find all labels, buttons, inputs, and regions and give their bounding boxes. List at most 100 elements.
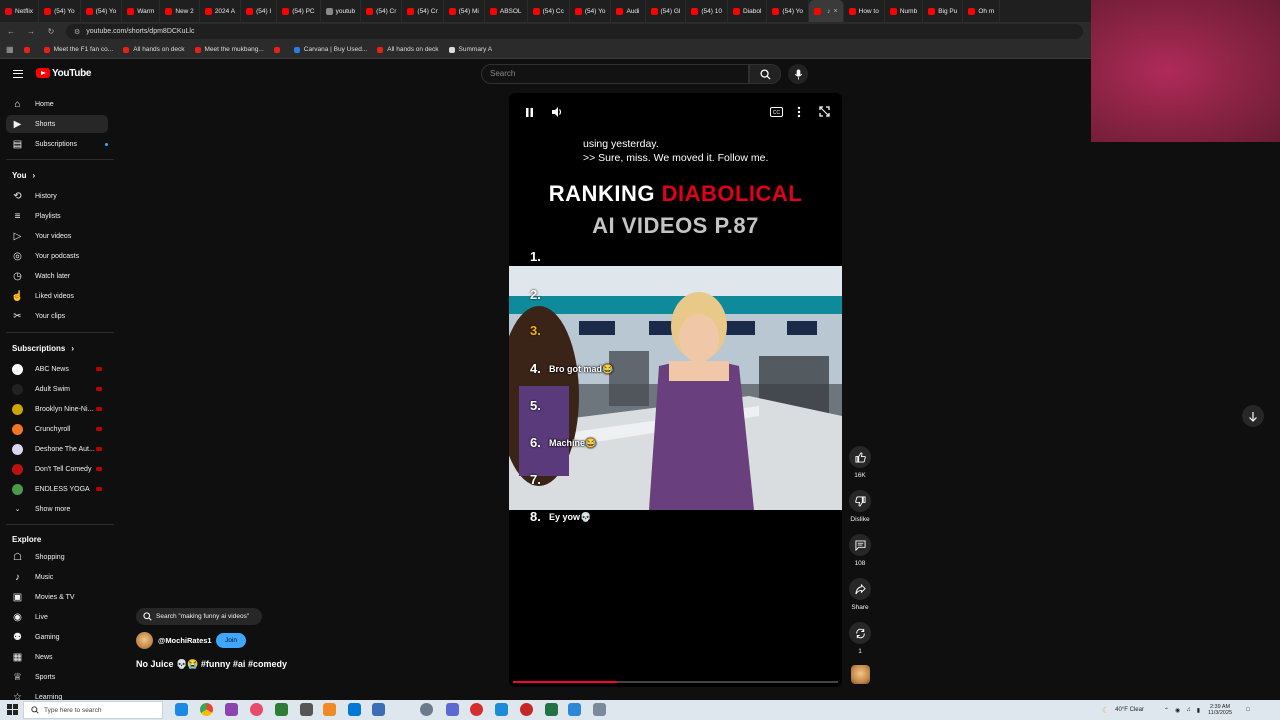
- browser-tab[interactable]: How to: [844, 0, 885, 22]
- search-input[interactable]: Search: [481, 64, 749, 84]
- notification-icon[interactable]: □: [1246, 707, 1250, 713]
- like-button[interactable]: [849, 446, 871, 468]
- chrome-icon[interactable]: [200, 703, 213, 716]
- app-icon[interactable]: [446, 703, 459, 716]
- voice-search-button[interactable]: [788, 64, 808, 84]
- bookmark-item[interactable]: All hands on deck: [377, 46, 439, 53]
- bookmark-item[interactable]: Meet the F1 fan co...: [43, 46, 113, 53]
- browser-tab[interactable]: (54) Cr: [361, 0, 403, 22]
- sidebar-item[interactable]: ▦ News: [6, 648, 108, 666]
- sidebar-item[interactable]: ⟲ History: [6, 187, 108, 205]
- related-search-chip[interactable]: Search "making funny ai videos": [136, 608, 262, 625]
- sound-thumbnail[interactable]: [851, 665, 870, 684]
- explore-section[interactable]: Explore: [12, 535, 41, 544]
- browser-tab[interactable]: (54) 10: [686, 0, 728, 22]
- browser-tab[interactable]: Diabol: [728, 0, 768, 22]
- sidebar-item[interactable]: ◉ Live: [6, 608, 108, 626]
- opera-icon[interactable]: [250, 703, 263, 716]
- app-icon[interactable]: [300, 703, 313, 716]
- browser-tab[interactable]: (54) Cr: [402, 0, 444, 22]
- taskbar-search[interactable]: Type here to search: [23, 701, 163, 719]
- browser-tab[interactable]: (54) PC: [277, 0, 321, 22]
- sidebar-item[interactable]: ✂ Your clips: [6, 307, 108, 325]
- browser-tab[interactable]: (54) Yo: [81, 0, 123, 22]
- settings-icon[interactable]: [420, 703, 433, 716]
- fullscreen-icon[interactable]: [819, 106, 830, 117]
- sidebar-item[interactable]: ♕ Sports: [6, 668, 108, 686]
- excel-icon[interactable]: [545, 703, 558, 716]
- sidebar-item[interactable]: Don't Tell Comedy: [6, 460, 108, 478]
- reload-icon[interactable]: ↻: [46, 27, 56, 36]
- clock[interactable]: 2:39 AM 11/3/2025: [1208, 704, 1232, 717]
- address-bar[interactable]: ⚙ youtube.com/shorts/dpm8DCKuLlc: [66, 24, 1083, 39]
- app-icon[interactable]: [225, 703, 238, 716]
- search-button[interactable]: [749, 64, 781, 84]
- forward-icon[interactable]: →: [26, 27, 36, 36]
- bookmark-item[interactable]: [273, 46, 284, 53]
- more-options-icon[interactable]: [797, 106, 801, 118]
- share-button[interactable]: [849, 578, 871, 600]
- app-icon[interactable]: [470, 703, 483, 716]
- comments-button[interactable]: [849, 534, 871, 556]
- browser-tab[interactable]: ABSOL: [485, 0, 528, 22]
- battery-icon[interactable]: ▮: [1197, 707, 1200, 714]
- app-icon[interactable]: [593, 703, 606, 716]
- browser-tab[interactable]: (54) Mi: [444, 0, 485, 22]
- you-section[interactable]: You ›: [12, 171, 35, 180]
- app-icon[interactable]: [568, 703, 581, 716]
- app-icon[interactable]: [495, 703, 508, 716]
- site-info-icon[interactable]: ⚙: [74, 28, 80, 36]
- youtube-logo-icon[interactable]: [36, 68, 50, 78]
- sidebar-item[interactable]: Crunchyroll: [6, 420, 108, 438]
- channel-name[interactable]: @MochiRates1: [158, 636, 212, 645]
- sidebar-item[interactable]: ♪ Music: [6, 568, 108, 586]
- browser-tab[interactable]: Warm: [122, 0, 161, 22]
- browser-tab[interactable]: Audi: [611, 0, 646, 22]
- sidebar-item[interactable]: ⌂ Home: [6, 95, 108, 113]
- app-icon[interactable]: [323, 703, 336, 716]
- sidebar-item[interactable]: Adult Swim: [6, 380, 108, 398]
- network-icon[interactable]: ◉: [1175, 707, 1180, 714]
- app-icon[interactable]: [520, 703, 533, 716]
- sidebar-item[interactable]: ENDLESS YOGA: [6, 480, 108, 498]
- browser-tab[interactable]: New 2: [160, 0, 200, 22]
- browser-tab[interactable]: Oh m: [963, 0, 1001, 22]
- subscriptions-section[interactable]: Subscriptions ›: [12, 344, 74, 353]
- browser-tab[interactable]: youtub: [321, 0, 362, 22]
- browser-tab[interactable]: Big Pu: [923, 0, 964, 22]
- pause-icon[interactable]: [525, 107, 534, 118]
- close-tab-icon[interactable]: ×: [834, 8, 838, 15]
- remix-button[interactable]: [849, 622, 871, 644]
- shorts-player[interactable]: using yesterday. >> Sure, miss. We moved…: [509, 93, 842, 687]
- sidebar-item[interactable]: ☝ Liked videos: [6, 287, 108, 305]
- sidebar-item[interactable]: ⚉ Gaming: [6, 628, 108, 646]
- sidebar-item[interactable]: Deshone The Aut...: [6, 440, 108, 458]
- join-button[interactable]: Join: [216, 633, 246, 648]
- sidebar-item[interactable]: ☖ Shopping: [6, 548, 108, 566]
- sidebar-item[interactable]: ▣ Movies & TV: [6, 588, 108, 606]
- browser-tab[interactable]: Numb: [885, 0, 924, 22]
- sidebar-item[interactable]: ▶ Shorts: [6, 115, 108, 133]
- browser-tab[interactable]: (54) Yo: [767, 0, 810, 22]
- bookmark-item[interactable]: Meet the mukbang...: [194, 46, 264, 53]
- browser-tab[interactable]: (54) Cc: [528, 0, 570, 22]
- sidebar-item[interactable]: ≡ Playlists: [6, 207, 108, 225]
- next-short-button[interactable]: [1242, 405, 1264, 427]
- browser-tab[interactable]: (54) Gl: [646, 0, 687, 22]
- back-icon[interactable]: ←: [6, 27, 16, 36]
- bookmark-item[interactable]: Carvana | Buy Used...: [293, 46, 367, 53]
- dislike-button[interactable]: [849, 490, 871, 512]
- bookmark-item[interactable]: All hands on deck: [123, 46, 185, 53]
- app-icon[interactable]: [372, 703, 385, 716]
- speaker-icon[interactable]: ♪: [827, 8, 831, 15]
- sidebar-item[interactable]: ▤ Subscriptions: [6, 135, 108, 153]
- sidebar-item[interactable]: ABC News: [6, 360, 108, 378]
- show-more-button[interactable]: ⌄ Show more: [6, 500, 108, 518]
- app-icon[interactable]: [348, 703, 361, 716]
- sidebar-item[interactable]: Brooklyn Nine-Ni...: [6, 400, 108, 418]
- bookmark-item[interactable]: [23, 46, 34, 53]
- bookmark-item[interactable]: Summary A: [448, 46, 492, 53]
- app-icon[interactable]: [275, 703, 288, 716]
- edge-icon[interactable]: [175, 703, 188, 716]
- chevron-up-icon[interactable]: ⌃: [1164, 707, 1169, 714]
